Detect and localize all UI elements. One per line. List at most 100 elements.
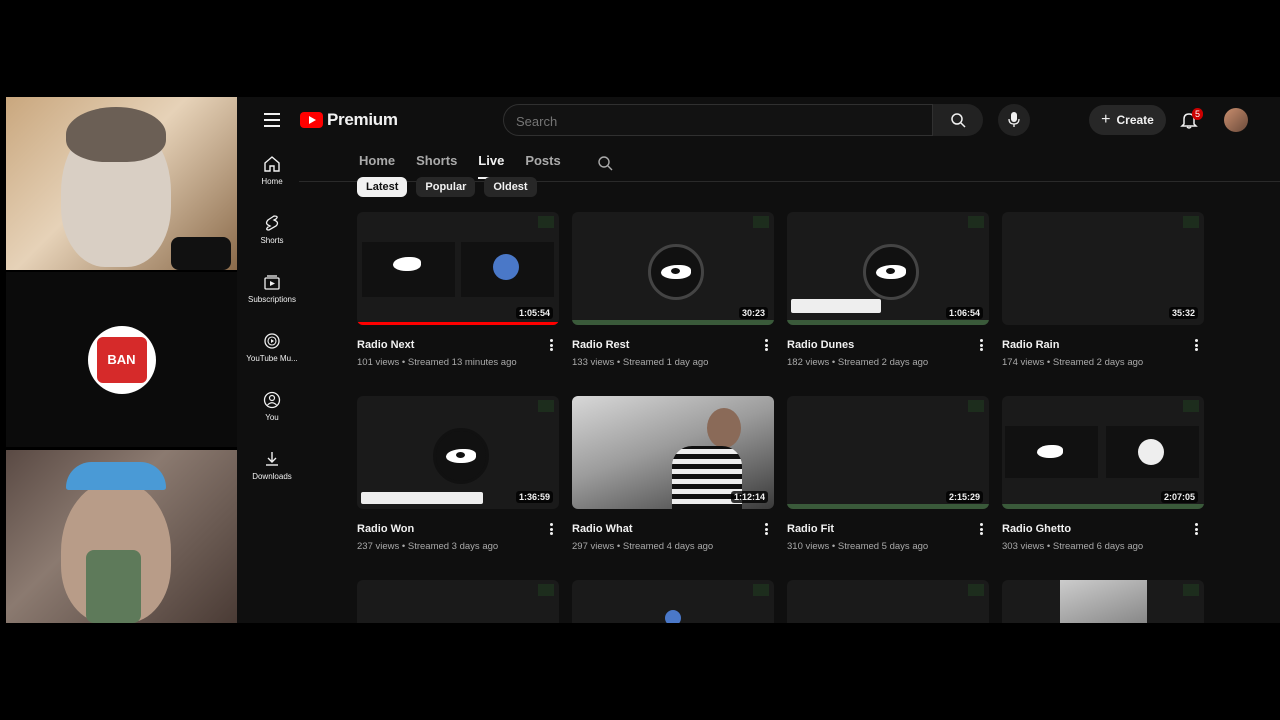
more-options-icon[interactable]: [975, 522, 987, 536]
video-thumbnail[interactable]: 30:23: [572, 212, 774, 325]
video-card[interactable]: 1:06:54 Radio Dunes 182 views • Streamed…: [787, 212, 989, 368]
more-options-icon[interactable]: [760, 522, 772, 536]
shorts-icon: [265, 215, 279, 231]
video-card[interactable]: 2:07:05 Radio Ghetto 303 views • Streame…: [1002, 396, 1204, 552]
streamyard-tag: [968, 400, 984, 412]
streamyard-tag: [1183, 400, 1199, 412]
video-title[interactable]: Radio Won: [357, 523, 559, 535]
home-icon: [264, 156, 280, 172]
video-card[interactable]: 2:15:29 Radio Fit 310 views • Streamed 5…: [787, 396, 989, 552]
more-options-icon[interactable]: [1190, 338, 1202, 352]
stream-banner: [787, 320, 989, 325]
channel-logo: BAN: [87, 325, 156, 394]
youtube-premium-logo[interactable]: Premium: [300, 110, 398, 130]
sidebar-item-label: YouTube Mu...: [246, 354, 298, 363]
video-thumbnail[interactable]: 1:06:54: [787, 212, 989, 325]
streamyard-tag: [1183, 584, 1199, 596]
sweater: [86, 550, 141, 623]
video-views: 182 views: [787, 357, 830, 368]
video-meta: 303 views • Streamed 6 days ago: [1002, 541, 1144, 552]
search-box[interactable]: [503, 104, 933, 137]
video-title[interactable]: Radio Rain: [1002, 339, 1204, 351]
sidebar-item-home[interactable]: Home: [237, 155, 307, 214]
youtube-music-icon: [264, 333, 280, 349]
chip-popular[interactable]: Popular: [416, 177, 476, 197]
sidebar-item-shorts[interactable]: Shorts: [237, 214, 307, 273]
video-title[interactable]: Radio Rest: [572, 339, 774, 351]
video-title[interactable]: Radio Dunes: [787, 339, 989, 351]
video-thumbnail[interactable]: [357, 580, 559, 623]
more-options-icon[interactable]: [545, 338, 557, 352]
video-thumbnail[interactable]: 1:12:14: [572, 396, 774, 509]
search-button[interactable]: [933, 104, 983, 136]
streamyard-tag: [753, 216, 769, 228]
more-options-icon[interactable]: [1190, 522, 1202, 536]
create-button[interactable]: + Create: [1089, 105, 1166, 135]
video-duration: 30:23: [738, 307, 768, 319]
video-thumbnail[interactable]: [572, 580, 774, 623]
video-thumbnail[interactable]: 2:07:05: [1002, 396, 1204, 509]
you-icon: [263, 391, 281, 409]
video-title[interactable]: Radio Ghetto: [1002, 523, 1204, 535]
account-avatar[interactable]: [1224, 108, 1248, 132]
chip-latest[interactable]: Latest: [357, 177, 408, 197]
tab-posts[interactable]: Posts: [525, 153, 560, 179]
streamyard-tag: [968, 584, 984, 596]
brand-text: Premium: [327, 110, 398, 129]
channel-search-icon[interactable]: [597, 155, 613, 171]
video-views: 297 views: [572, 541, 615, 552]
video-title[interactable]: Radio Next: [357, 339, 559, 351]
voice-search-button[interactable]: [998, 104, 1030, 136]
video-thumbnail[interactable]: 35:32: [1002, 212, 1204, 325]
streamyard-tag: [1183, 216, 1199, 228]
video-duration: 2:15:29: [945, 491, 983, 503]
sidebar-item-label: Home: [261, 177, 283, 186]
search-input[interactable]: [504, 105, 918, 137]
person-head: [707, 408, 741, 448]
orca-logo: [648, 243, 704, 300]
video-card[interactable]: 35:32 Radio Rain 174 views • Streamed 2 …: [1002, 212, 1204, 368]
subscriptions-icon: [264, 275, 280, 290]
video-thumbnail[interactable]: [787, 580, 989, 623]
car-interior-image: [1060, 580, 1147, 623]
streamyard-tag: [538, 584, 554, 596]
video-views: 101 views: [357, 357, 400, 368]
tab-home[interactable]: Home: [359, 153, 395, 179]
sidebar-item-downloads[interactable]: Downloads: [237, 450, 307, 509]
video-streamed: Streamed 2 days ago: [837, 357, 929, 368]
sort-chips: Latest Popular Oldest: [357, 177, 537, 197]
sidebar-item-label: Downloads: [252, 472, 292, 481]
video-card[interactable]: 1:36:59 Radio Won 237 views • Streamed 3…: [357, 396, 559, 552]
tab-shorts[interactable]: Shorts: [416, 153, 457, 179]
chip-oldest[interactable]: Oldest: [484, 177, 537, 197]
video-thumbnail[interactable]: 2:15:29: [787, 396, 989, 509]
video-duration: 2:07:05: [1160, 491, 1198, 503]
sidebar-item-subscriptions[interactable]: Subscriptions: [237, 273, 307, 332]
visor-cap: [66, 462, 166, 490]
video-thumbnail[interactable]: 1:05:54: [357, 212, 559, 325]
more-options-icon[interactable]: [975, 338, 987, 352]
video-streamed: Streamed 13 minutes ago: [407, 357, 517, 368]
sidebar-item-you[interactable]: You: [237, 391, 307, 450]
more-options-icon[interactable]: [760, 338, 772, 352]
video-meta: 133 views • Streamed 1 day ago: [572, 357, 709, 368]
video-thumbnail[interactable]: [1002, 580, 1204, 623]
sidebar-item-youtube-music[interactable]: YouTube Mu...: [237, 332, 307, 391]
guest-avatar: [1138, 439, 1164, 465]
stream-banner: [1002, 504, 1204, 509]
video-card[interactable]: 30:23 Radio Rest 133 views • Streamed 1 …: [572, 212, 774, 368]
youtube-play-icon: [300, 112, 323, 128]
video-thumbnail[interactable]: 1:36:59: [357, 396, 559, 509]
video-card[interactable]: 1:12:14 Radio What 297 views • Streamed …: [572, 396, 774, 552]
video-duration: 1:05:54: [515, 307, 553, 319]
video-views: 237 views: [357, 541, 400, 552]
tab-live[interactable]: Live: [478, 153, 505, 179]
video-views: 303 views: [1002, 541, 1045, 552]
video-card[interactable]: 1:05:54 Radio Next 101 views • Streamed …: [357, 212, 559, 368]
hamburger-menu-icon[interactable]: [264, 113, 280, 127]
more-options-icon[interactable]: [545, 522, 557, 536]
video-title[interactable]: Radio Fit: [787, 523, 989, 535]
video-streamed: Streamed 1 day ago: [622, 357, 709, 368]
video-title[interactable]: Radio What: [572, 523, 774, 535]
channel-logo-text: BAN: [96, 336, 147, 383]
